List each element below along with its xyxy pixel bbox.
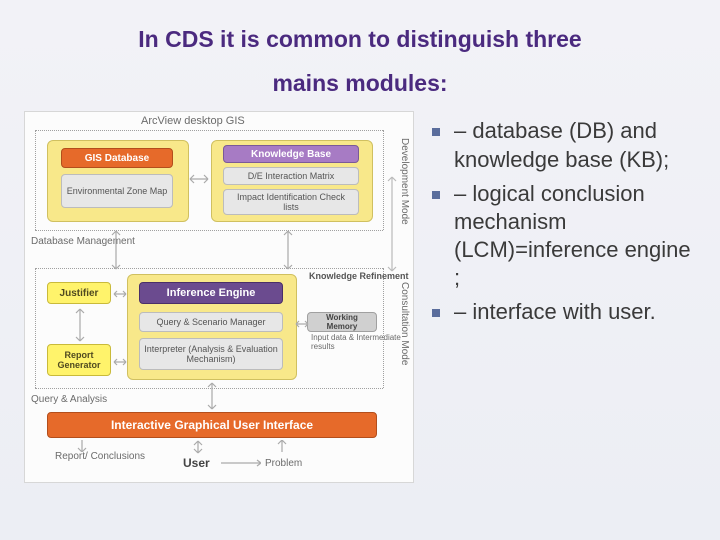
arrow-icon	[275, 440, 289, 452]
list-item: – logical conclusion mechanism (LCM)=inf…	[432, 180, 692, 293]
query-manager-box: Query & Scenario Manager	[139, 312, 283, 332]
title-line1: In CDS it is common to distinguish three	[138, 26, 581, 52]
de-matrix-box: D/E Interaction Matrix	[223, 167, 359, 185]
query-analysis-label: Query & Analysis	[31, 394, 107, 405]
arrow-icon	[189, 172, 209, 186]
interpreter-box: Interpreter (Analysis & Evaluation Mecha…	[139, 338, 283, 370]
env-zone-box: Environmental Zone Map	[61, 174, 173, 208]
bullet-icon	[432, 128, 440, 136]
arrow-icon	[113, 288, 127, 300]
working-memory-sub: Input data & Intermediate results	[311, 334, 413, 351]
report-generator-box: Report Generator	[47, 344, 111, 376]
arrow-icon	[191, 440, 205, 454]
bullet-icon	[432, 309, 440, 317]
consult-mode-label: Consultation Mode	[399, 282, 410, 365]
justifier-box: Justifier	[47, 282, 111, 304]
arrow-icon	[295, 318, 309, 330]
impact-box: Impact Identification Check lists	[223, 189, 359, 215]
user-label: User	[183, 456, 210, 470]
list-item: – interface with user.	[432, 298, 692, 326]
arrow-icon	[75, 440, 89, 452]
arrow-icon	[385, 176, 399, 272]
content-row: ArcView desktop GIS GIS Database Environ…	[24, 111, 696, 483]
refinement-label: Knowledge Refinement	[309, 272, 409, 281]
bullet-text: – database (DB) and knowledge base (KB);	[454, 117, 692, 173]
dev-mode-label: Development Mode	[399, 138, 410, 225]
title-line2: mains modules:	[272, 70, 447, 96]
arrow-icon	[221, 458, 261, 468]
inference-engine-box: Inference Engine	[139, 282, 283, 304]
list-item: – database (DB) and knowledge base (KB);	[432, 117, 692, 173]
arrow-icon	[109, 230, 123, 270]
report-conclusions-label: Report/ Conclusions	[55, 452, 145, 463]
working-memory-box: Working Memory	[307, 312, 377, 332]
bullet-text: – interface with user.	[454, 298, 656, 326]
arrow-icon	[113, 356, 127, 368]
problem-label: Problem	[265, 458, 302, 469]
knowledge-base-box: Knowledge Base	[223, 145, 359, 163]
bullet-icon	[432, 191, 440, 199]
architecture-diagram: ArcView desktop GIS GIS Database Environ…	[24, 111, 414, 483]
arrow-icon	[205, 382, 219, 410]
diagram-top-label: ArcView desktop GIS	[141, 115, 245, 127]
arrow-icon	[281, 230, 295, 270]
bullet-text: – logical conclusion mechanism (LCM)=inf…	[454, 180, 692, 293]
slide-title: In CDS it is common to distinguish three…	[24, 18, 696, 105]
gis-database-box: GIS Database	[61, 148, 173, 168]
arrow-icon	[73, 308, 87, 342]
slide: In CDS it is common to distinguish three…	[0, 0, 720, 540]
igui-box: Interactive Graphical User Interface	[47, 412, 377, 438]
bullet-list: – database (DB) and knowledge base (KB);…	[426, 111, 696, 483]
